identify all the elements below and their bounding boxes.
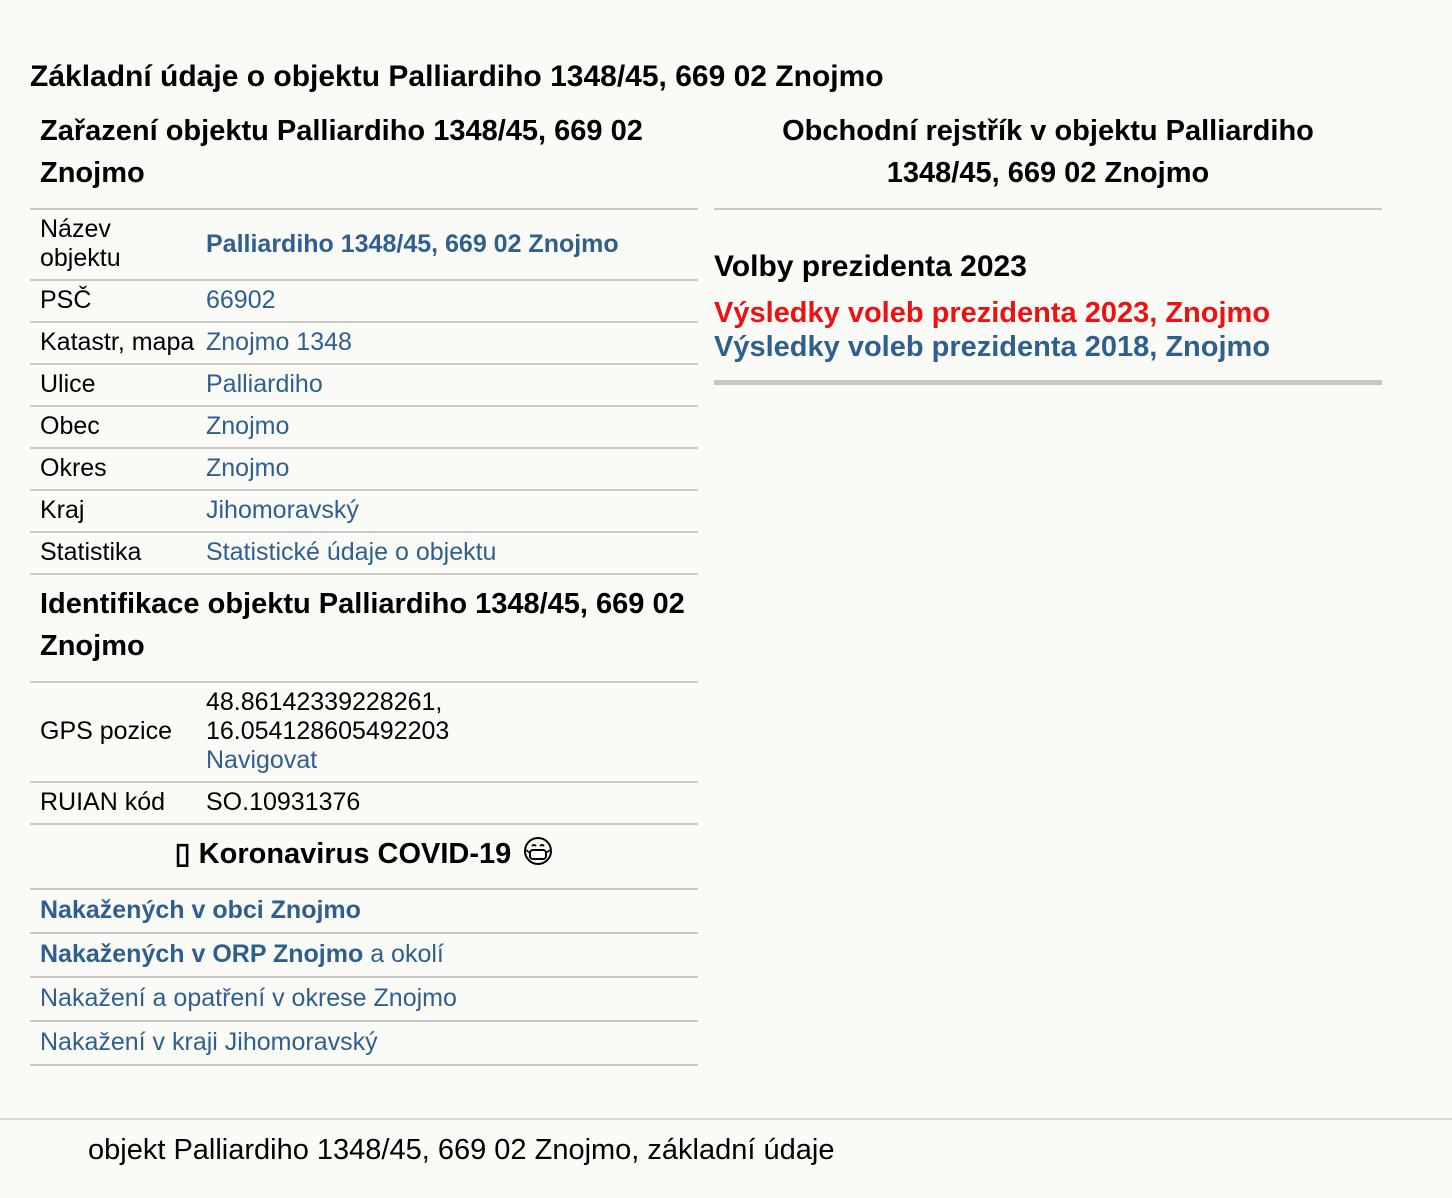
row-label-kraj: Kraj: [30, 490, 196, 533]
list-item: Nakažení v kraji Jihomoravský: [30, 1020, 698, 1066]
navigate-link[interactable]: Navigovat: [206, 746, 317, 774]
covid-okres-link[interactable]: Nakažení a opatření v okrese Znojmo: [40, 984, 457, 1012]
psc-link[interactable]: 66902: [206, 286, 276, 314]
covid-kraj-link[interactable]: Nakažení v kraji Jihomoravský: [40, 1028, 378, 1056]
table-row: Katastr, mapa Znojmo 1348: [30, 322, 698, 365]
table-row: Okres Znojmo: [30, 448, 698, 491]
zarazeni-title: Zařazení objektu Palliardiho 1348/45, 66…: [40, 115, 643, 189]
covid-orp-bold: Nakažených v ORP Znojmo: [40, 940, 364, 968]
table-row: Ulice Palliardiho: [30, 364, 698, 407]
volby-title: Volby prezidenta 2023: [714, 250, 1027, 283]
footer-text: objekt Palliardiho 1348/45, 669 02 Znojm…: [88, 1134, 835, 1166]
covid-obec-link[interactable]: Nakažených v obci Znojmo: [40, 896, 361, 924]
divider: [714, 380, 1382, 385]
gps-label: GPS pozice: [30, 682, 196, 783]
footer: objekt Palliardiho 1348/45, 669 02 Znojm…: [0, 1118, 1452, 1166]
row-label-obec: Obec: [30, 406, 196, 449]
covid-orp-link[interactable]: Nakažených v ORP Znojmo a okolí: [40, 940, 444, 968]
gps-lat: 48.86142339228261,: [206, 688, 443, 716]
ruian-label: RUIAN kód: [30, 782, 196, 825]
volby-2023-link[interactable]: Výsledky voleb prezidenta 2023, Znojmo: [714, 296, 1382, 330]
table-row: PSČ 66902: [30, 280, 698, 323]
gps-value: 48.86142339228261, 16.054128605492203 Na…: [196, 682, 698, 783]
ruian-value: SO.10931376: [196, 782, 698, 825]
right-column: Obchodní rejstřík v objektu Palliardiho …: [714, 110, 1382, 385]
obec-link[interactable]: Znojmo: [206, 412, 289, 440]
row-label-statistika: Statistika: [30, 532, 196, 575]
kraj-link[interactable]: Jihomoravský: [206, 496, 359, 524]
row-label-ulice: Ulice: [30, 364, 196, 407]
table-row: Obec Znojmo: [30, 406, 698, 449]
list-item: Nakažených v obci Znojmo: [30, 888, 698, 932]
covid-title-text: Koronavirus COVID-19: [198, 838, 512, 870]
list-item: Nakažených v ORP Znojmo a okolí: [30, 932, 698, 976]
object-name-link[interactable]: Palliardiho 1348/45, 669 02 Znojmo: [206, 230, 619, 258]
table-row: Kraj Jihomoravský: [30, 490, 698, 533]
table-row: RUIAN kód SO.10931376: [30, 782, 698, 825]
page: Základní údaje o objektu Palliardiho 134…: [0, 0, 1452, 1198]
katastr-link[interactable]: Znojmo 1348: [206, 328, 352, 356]
table-row: Statistika Statistické údaje o objektu: [30, 532, 698, 575]
row-label-psc: PSČ: [30, 280, 196, 323]
covid-orp-rest: a okolí: [370, 940, 444, 968]
covid-title: ▯ Koronavirus COVID-19: [30, 825, 698, 888]
volby-2018-link[interactable]: Výsledky voleb prezidenta 2018, Znojmo: [714, 330, 1382, 364]
face-mask-icon: [523, 836, 553, 878]
row-label-katastr: Katastr, mapa: [30, 322, 196, 365]
zarazeni-table: Název objektu Palliardiho 1348/45, 669 0…: [30, 208, 698, 575]
gps-lon: 16.054128605492203: [206, 717, 450, 745]
okres-link[interactable]: Znojmo: [206, 454, 289, 482]
missing-glyph-icon: ▯: [174, 838, 191, 870]
ulice-link[interactable]: Palliardiho: [206, 370, 323, 398]
list-item: Nakažení a opatření v okrese Znojmo: [30, 976, 698, 1020]
left-column: Zařazení objektu Palliardiho 1348/45, 66…: [30, 110, 698, 1066]
identifikace-table: GPS pozice 48.86142339228261, 16.0541286…: [30, 681, 698, 825]
row-label-nazev: Název objektu: [30, 209, 196, 281]
rejstrik-title: Obchodní rejstřík v objektu Palliardiho …: [714, 110, 1382, 210]
statistika-link[interactable]: Statistické údaje o objektu: [206, 538, 496, 566]
page-title: Základní údaje o objektu Palliardiho 134…: [30, 60, 884, 93]
table-row: GPS pozice 48.86142339228261, 16.0541286…: [30, 682, 698, 783]
covid-links: Nakažených v obci Znojmo Nakažených v OR…: [30, 888, 698, 1066]
row-label-okres: Okres: [30, 448, 196, 491]
table-row: Název objektu Palliardiho 1348/45, 669 0…: [30, 209, 698, 281]
identifikace-title: Identifikace objektu Palliardiho 1348/45…: [40, 588, 685, 662]
